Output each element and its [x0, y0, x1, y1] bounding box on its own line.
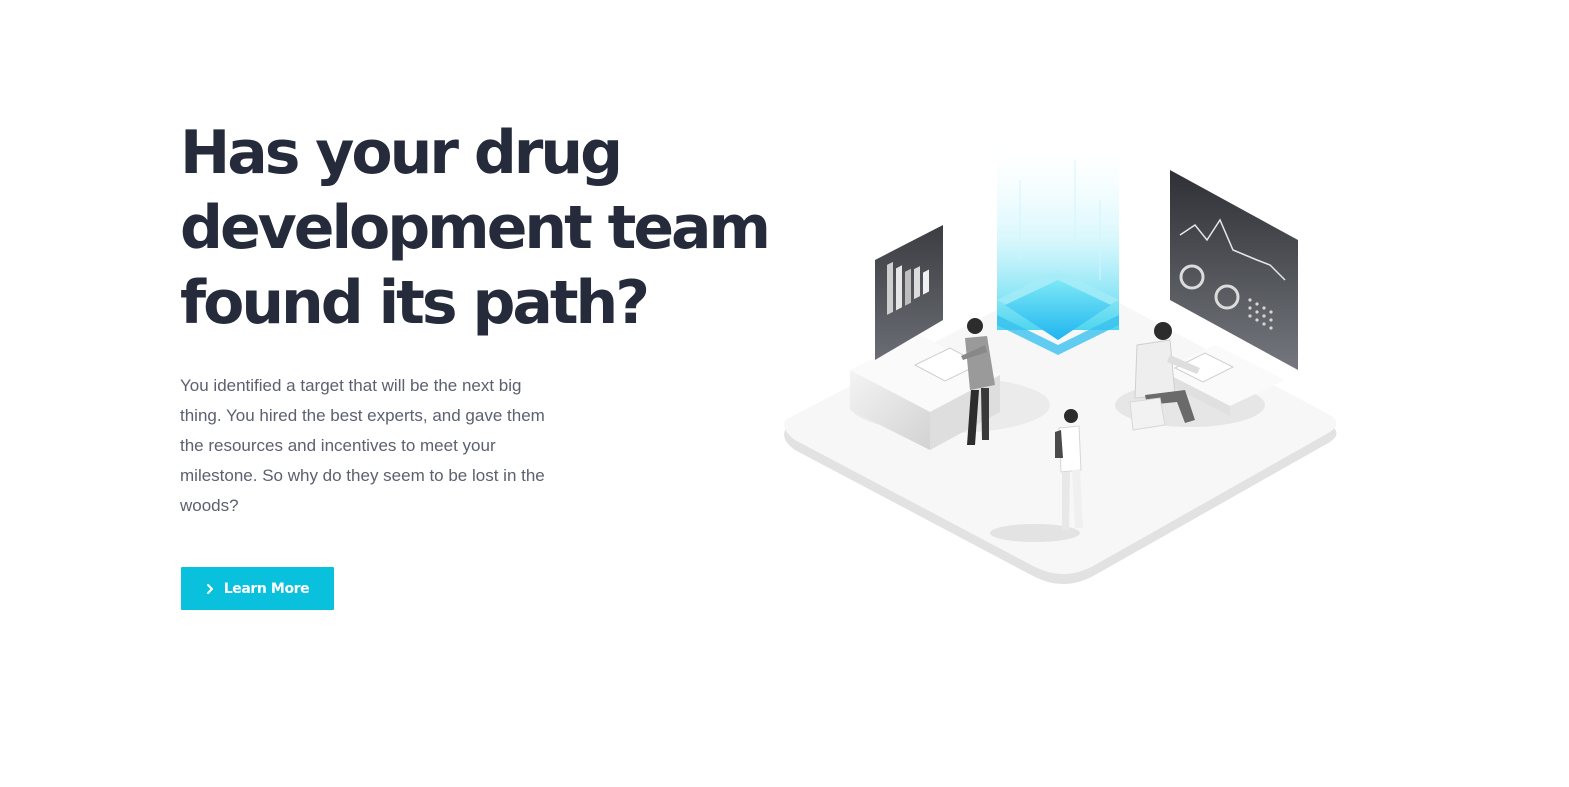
headline-line-3: found its path?	[180, 268, 650, 338]
learn-more-label: Learn More	[223, 580, 310, 597]
headline-line-1: Has your drug	[180, 118, 623, 188]
hero-text-block: Has your drug development team found its…	[180, 116, 780, 521]
isometric-lab-illustration	[775, 140, 1350, 600]
hero-headline: Has your drug development team found its…	[180, 116, 780, 341]
headline-line-2: development team	[180, 193, 771, 263]
chevron-right-icon	[206, 583, 214, 594]
learn-more-button[interactable]: Learn More	[181, 567, 334, 610]
hero-section: Has your drug development team found its…	[0, 0, 1569, 787]
hero-description: You identified a target that will be the…	[180, 376, 545, 515]
